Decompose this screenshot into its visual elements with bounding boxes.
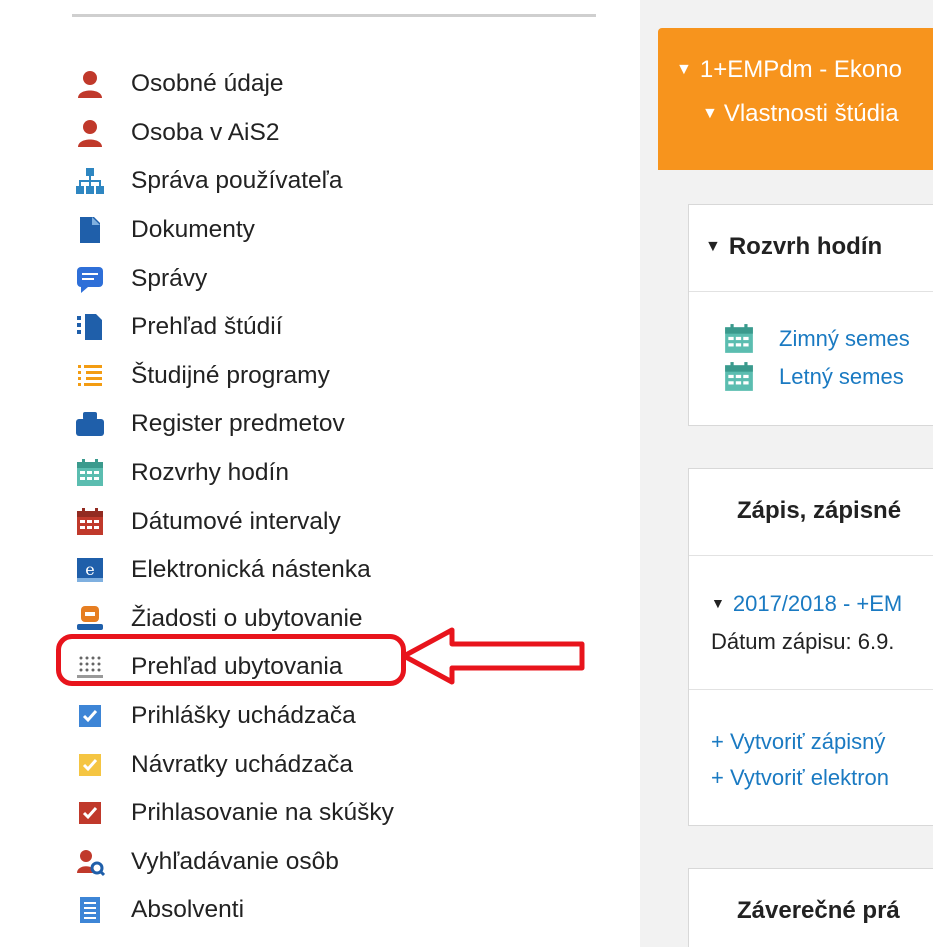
caret-down-icon: ▼ [676,61,692,78]
menu-item-label: Vyhľadávanie osôb [131,847,339,875]
link-label: Letný semes [779,364,904,389]
menu-item-schedules[interactable]: Rozvrhy hodín [72,449,394,498]
list-icon [72,358,108,394]
divider [689,689,933,690]
graduate-list-icon [72,892,108,928]
caret-down-icon: ▼ [705,238,721,255]
menu-item-label: Osoba v AiS2 [131,118,280,146]
create-enrollment-sheet-link[interactable]: + Vytvoriť zápisný [711,729,885,755]
sitemap-icon [72,163,108,199]
menu-item-person-ais2[interactable]: Osoba v AiS2 [72,109,394,158]
calendar-red-icon [72,504,108,540]
menu-item-label: Prihlášky uchádzača [131,702,356,730]
menu-item-label: Správy [131,264,208,292]
summer-semester-link[interactable]: Letný semes [723,361,904,393]
menu-item-applicant-returns[interactable]: Návratky uchádzača [72,740,394,789]
accommodation-request-icon [72,601,108,637]
e-board-icon: e [72,552,108,588]
study-overview-icon [72,309,108,345]
menu-item-label: Žiadosti o ubytovanie [131,604,363,632]
person-search-icon [72,844,108,880]
calendar-icon [72,455,108,491]
menu-item-label: Register predmetov [131,410,345,438]
navigation-panel: Osobné údaje Osoba v AiS2 Správa používa… [0,0,640,947]
create-electronic-link[interactable]: + Vytvoriť elektron [711,765,889,791]
document-icon [72,212,108,248]
study-properties-toggle[interactable]: ▼ Vlastnosti štúdia [702,100,899,128]
card-title: Zápis, zápisné [737,497,902,524]
menu-item-user-management[interactable]: Správa používateľa [72,157,394,206]
menu-item-label: Elektronická nástenka [131,556,371,584]
message-icon [72,261,108,297]
link-label: Zimný semes [779,326,910,351]
checkbox-yellow-icon [72,747,108,783]
caret-down-icon: ▼ [711,595,725,611]
menu-item-study-programs[interactable]: Študijné programy [72,352,394,401]
study-properties-label: Vlastnosti štúdia [723,100,899,127]
card-header: Záverečné prá [689,869,933,947]
menu-item-label: Návratky uchádzača [131,750,353,778]
menu-item-study-overview[interactable]: Prehľad štúdií [72,303,394,352]
menu-item-label: Osobné údaje [131,70,284,98]
final-thesis-card: Záverečné prá [688,868,933,947]
divider [72,14,596,17]
menu-item-label: Dokumenty [131,216,255,244]
study-toggle[interactable]: ▼ 1+EMPdm - Ekono [676,56,902,84]
menu-item-label: Správa používateľa [131,167,343,195]
register-icon [72,406,108,442]
person-icon [72,115,108,151]
main-menu: Osobné údaje Osoba v AiS2 Správa používa… [72,60,394,935]
menu-item-e-board[interactable]: e Elektronická nástenka [72,546,394,595]
menu-item-label: Rozvrhy hodín [131,459,289,487]
menu-item-graduates[interactable]: Absolventi [72,886,394,935]
menu-item-label: Študijné programy [131,361,330,389]
calendar-icon [725,324,753,353]
schedule-card: ▼ Rozvrh hodín Zimný semes Letný semes [688,204,933,426]
menu-item-person-search[interactable]: Vyhľadávanie osôb [72,838,394,887]
menu-item-course-register[interactable]: Register predmetov [72,400,394,449]
menu-item-personal-data[interactable]: Osobné údaje [72,60,394,109]
arrow-annotation [401,627,585,685]
highlight-annotation [56,634,406,686]
menu-item-label: Dátumové intervaly [131,507,341,535]
card-header: ▼ Rozvrh hodín [689,205,933,292]
menu-item-label: Prihlasovanie na skúšky [131,799,394,827]
caret-down-icon: ▼ [702,105,718,122]
enrollment-card: Zápis, zápisné ▼ 2017/2018 - +EM Dátum zá… [688,468,933,826]
checkbox-blue-icon [72,698,108,734]
menu-item-messages[interactable]: Správy [72,254,394,303]
card-header: Zápis, zápisné [689,469,933,556]
svg-text:e: e [85,560,94,579]
enrollment-date: Dátum zápisu: 6.9. [711,629,895,654]
winter-semester-link[interactable]: Zimný semes [723,323,910,355]
card-title: Záverečné prá [737,897,900,924]
menu-item-date-intervals[interactable]: Dátumové intervaly [72,497,394,546]
menu-item-documents[interactable]: Dokumenty [72,206,394,255]
main-content: ▼ 1+EMPdm - Ekono ▼ Vlastnosti štúdia ▼ Roz… [640,0,933,947]
study-title: 1+EMPdm - Ekono [699,56,902,83]
menu-item-applicant-applications[interactable]: Prihlášky uchádzača [72,692,394,741]
study-header: ▼ 1+EMPdm - Ekono ▼ Vlastnosti štúdia [658,28,933,170]
person-icon [72,66,108,102]
schedule-toggle[interactable]: ▼ Rozvrh hodín [705,233,882,261]
menu-item-label: Absolventi [131,896,245,924]
card-title: Rozvrh hodín [728,233,883,260]
calendar-icon [725,362,753,391]
menu-item-label: Prehľad štúdií [131,313,283,341]
academic-year-toggle[interactable]: ▼ 2017/2018 - +EM [711,591,902,617]
academic-year-link: 2017/2018 - +EM [732,591,903,616]
menu-item-exam-registration[interactable]: Prihlasovanie na skúšky [72,789,394,838]
checkbox-red-icon [72,795,108,831]
